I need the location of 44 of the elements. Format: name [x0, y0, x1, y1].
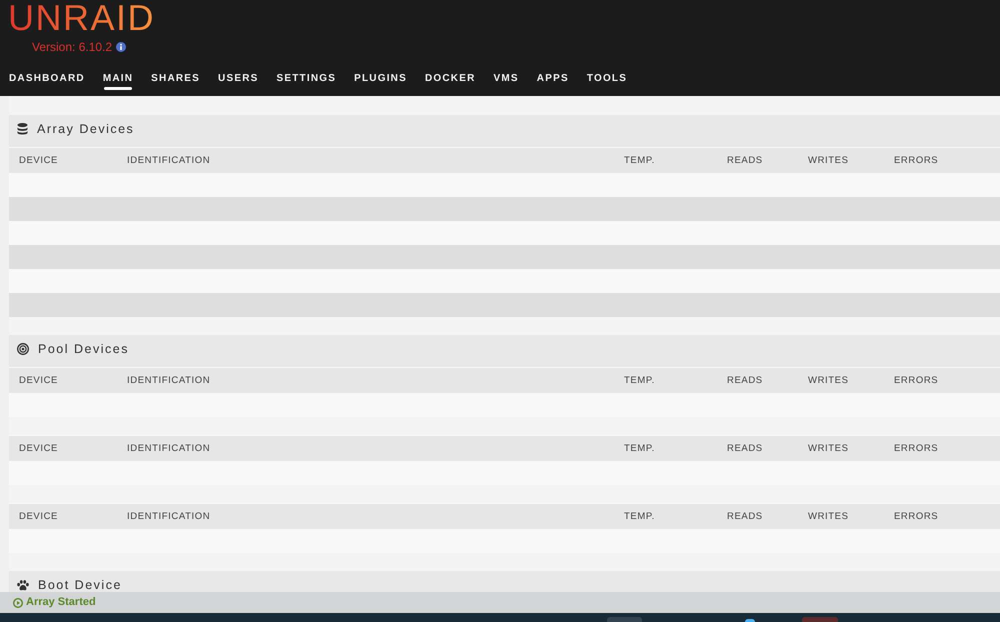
- column-header: READS: [727, 442, 763, 454]
- column-header: WRITES: [808, 154, 849, 166]
- column-header: WRITES: [808, 442, 849, 454]
- column-header: IDENTIFICATION: [127, 442, 210, 454]
- nav-tab[interactable]: SETTINGS: [276, 67, 336, 91]
- version-text: Version: 6.10.2: [32, 40, 112, 54]
- column-header: TEMP.: [624, 154, 655, 166]
- nav-tab[interactable]: DOCKER: [424, 67, 476, 91]
- column-header: IDENTIFICATION: [127, 510, 210, 522]
- section-title: Boot Device: [38, 579, 122, 591]
- array-status-text: Array Started: [26, 596, 96, 609]
- nav-tab[interactable]: PLUGINS: [354, 67, 407, 91]
- column-header: READS: [727, 154, 763, 166]
- column-header: ERRORS: [894, 374, 938, 386]
- nav-tab[interactable]: APPS: [536, 67, 569, 91]
- column-header: TEMP.: [624, 374, 655, 386]
- column-header: READS: [727, 374, 763, 386]
- section-title: Array Devices: [37, 123, 134, 135]
- column-header: DEVICE: [19, 442, 58, 454]
- nav-tab[interactable]: VMS: [494, 67, 519, 91]
- column-header: DEVICE: [19, 374, 58, 386]
- column-header: ERRORS: [894, 442, 938, 454]
- column-header: ERRORS: [894, 154, 938, 166]
- column-header: TEMP.: [624, 442, 655, 454]
- nav-tab[interactable]: USERS: [218, 67, 258, 91]
- database-icon: [17, 123, 28, 135]
- column-header: WRITES: [808, 510, 849, 522]
- column-header: TEMP.: [624, 510, 655, 522]
- play-circle-icon: [13, 598, 23, 608]
- column-header: DEVICE: [19, 510, 58, 522]
- column-header: IDENTIFICATION: [127, 154, 210, 166]
- nav-tab[interactable]: TOOLS: [586, 67, 628, 91]
- column-header: ERRORS: [894, 510, 938, 522]
- column-header: IDENTIFICATION: [127, 374, 210, 386]
- section-title: Pool Devices: [38, 343, 129, 355]
- info-icon[interactable]: [116, 42, 126, 52]
- column-header: WRITES: [808, 374, 849, 386]
- nav-tab[interactable]: SHARES: [151, 67, 200, 91]
- paw-icon: [17, 580, 29, 590]
- disc-icon: [17, 343, 29, 355]
- column-header: DEVICE: [19, 154, 58, 166]
- column-header: READS: [727, 510, 763, 522]
- nav-tab[interactable]: DASHBOARD: [9, 67, 85, 91]
- nav-tab[interactable]: MAIN: [102, 67, 134, 91]
